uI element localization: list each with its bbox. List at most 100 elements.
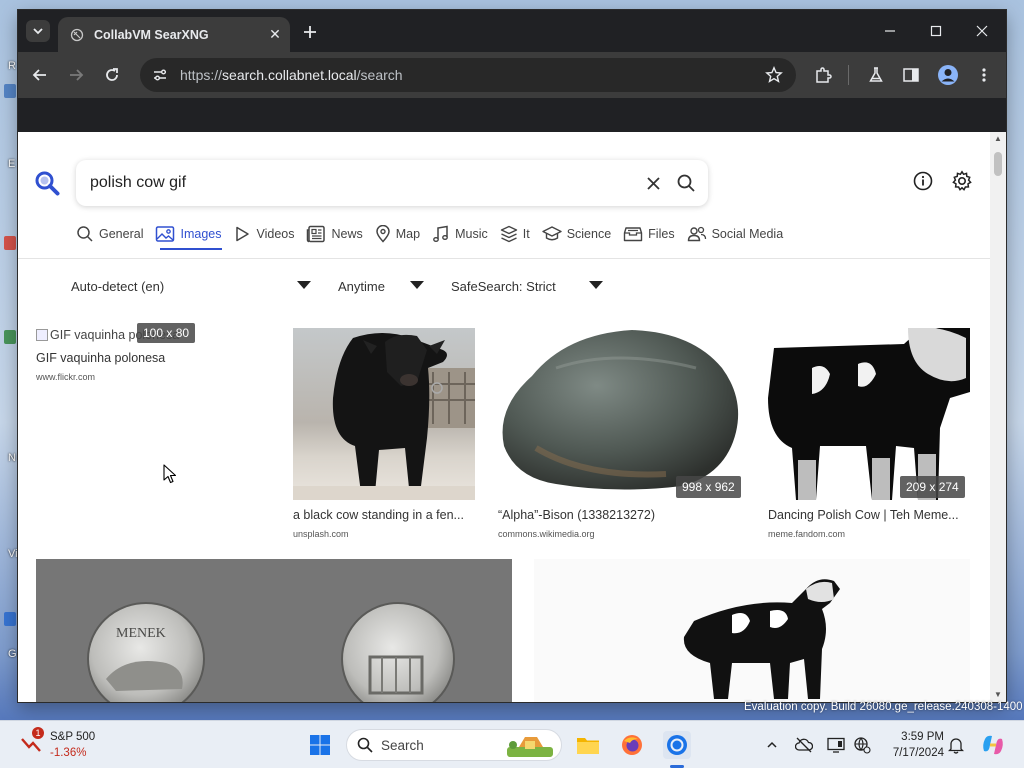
language-select-value: Auto-detect (en) (71, 278, 165, 294)
address-bar[interactable]: https://search.collabnet.local/search (140, 58, 796, 92)
show-hidden-icons-button[interactable] (762, 735, 782, 755)
tab-files[interactable]: Files (623, 222, 675, 246)
safesearch-select[interactable]: SafeSearch: Strict (451, 276, 556, 296)
tab-label: General (99, 227, 144, 241)
display-button[interactable] (826, 735, 846, 755)
search-submit-button[interactable] (674, 171, 698, 195)
clear-search-button[interactable] (642, 172, 664, 194)
page-scrollbar[interactable]: ▲ ▼ (990, 132, 1006, 702)
site-settings-icon[interactable] (150, 65, 170, 85)
toolbar-separator (848, 65, 849, 85)
mouse-cursor-icon (163, 464, 177, 484)
scroll-down-arrow-icon[interactable]: ▼ (994, 690, 1002, 699)
firefox-button[interactable] (618, 731, 646, 759)
language-dropdown-arrow-icon[interactable] (297, 281, 311, 289)
info-button[interactable] (912, 170, 934, 192)
onedrive-button[interactable] (794, 735, 814, 755)
tab-music[interactable]: Music (432, 222, 488, 246)
result-thumbnail[interactable] (768, 328, 970, 500)
result-title[interactable]: GIF vaquinha polonesa (36, 351, 236, 365)
close-tab-icon[interactable]: ✕ (264, 24, 286, 46)
image-result[interactable] (534, 559, 970, 702)
scrollbar-thumb[interactable] (994, 152, 1002, 176)
close-window-button[interactable] (962, 18, 1002, 44)
play-icon (236, 226, 250, 242)
result-title[interactable]: “Alpha”-Bison (1338213272) (498, 508, 744, 522)
search-input[interactable] (90, 172, 610, 194)
tab-map[interactable]: Map (375, 222, 420, 246)
system-clock[interactable]: 3:59 PM 7/17/2024 (880, 729, 944, 761)
stock-alert-badge: 1 (32, 727, 44, 739)
safesearch-dropdown-arrow-icon[interactable] (589, 281, 603, 289)
tab-science[interactable]: Science (541, 222, 612, 246)
result-title[interactable]: Dancing Polish Cow | Teh Meme... (768, 508, 970, 522)
searxng-page: General Images Videos News Map Music (18, 132, 1006, 702)
chrome-taskbar-button[interactable] (663, 731, 691, 759)
image-dimensions-badge: 209 x 274 (900, 476, 965, 498)
preferences-button[interactable] (950, 169, 974, 193)
desktop-icon-label: G (8, 648, 17, 660)
notifications-button[interactable] (946, 735, 966, 755)
desktop-icon-fragment[interactable] (4, 330, 16, 344)
desktop-icon-fragment[interactable] (4, 84, 16, 98)
profile-button[interactable] (935, 62, 961, 88)
image-result[interactable]: MENEK (36, 559, 512, 702)
scroll-up-arrow-icon[interactable]: ▲ (994, 134, 1002, 143)
maximize-button[interactable] (916, 18, 956, 44)
map-pin-icon (375, 225, 390, 243)
stock-widget[interactable]: 1 S&P 500 -1.36% (20, 727, 120, 761)
copilot-button[interactable] (980, 732, 1006, 758)
tab-search-button[interactable] (26, 20, 50, 42)
taskbar: 1 S&P 500 -1.36% Search 3:59 PM 7/17/202… (0, 720, 1024, 768)
file-explorer-button[interactable] (574, 731, 602, 759)
tab-images[interactable]: Images (155, 222, 221, 246)
new-tab-button[interactable] (298, 21, 322, 43)
clock-time: 3:59 PM (901, 731, 944, 743)
desktop-icon-fragment[interactable] (4, 612, 16, 626)
result-thumbnail[interactable]: MENEK (36, 559, 512, 702)
desktop-icon-fragment[interactable] (4, 236, 16, 250)
side-panel-button[interactable] (898, 62, 924, 88)
reload-button[interactable] (99, 62, 125, 88)
cloud-offline-icon (795, 737, 813, 753)
tab-it[interactable]: It (500, 222, 530, 246)
language-select[interactable]: Auto-detect (en) (71, 276, 164, 296)
file-tray-icon (623, 227, 643, 242)
alpha-bison-image (502, 330, 739, 490)
network-button[interactable] (852, 735, 872, 755)
tab-social-media[interactable]: Social Media (687, 222, 783, 246)
time-range-dropdown-arrow-icon[interactable] (410, 281, 424, 289)
labs-button[interactable] (863, 62, 889, 88)
tab-general[interactable]: General (76, 222, 143, 246)
minimize-button[interactable] (870, 18, 910, 44)
taskbar-search-box[interactable]: Search (346, 729, 562, 761)
extensions-button[interactable] (810, 62, 836, 88)
coin-legend-text: MENEK (116, 626, 166, 641)
back-button[interactable] (27, 62, 53, 88)
time-range-select[interactable]: Anytime (338, 276, 385, 296)
browser-menu-button[interactable] (971, 62, 997, 88)
profile-avatar-icon (938, 65, 958, 85)
bookmark-star-icon[interactable] (764, 65, 784, 85)
image-result[interactable]: GIF vaquinha polonesa 100 x 80 GIF vaqui… (36, 323, 256, 386)
forward-button[interactable] (63, 62, 89, 88)
search-highlight-illustration-icon (507, 737, 553, 757)
bookmarks-bar-area (18, 98, 1006, 132)
image-result[interactable]: 998 x 962 “Alpha”-Bison (1338213272) com… (496, 328, 746, 544)
image-result[interactable]: a black cow standing in a fen... unsplas… (293, 328, 475, 544)
result-title[interactable]: a black cow standing in a fen... (293, 508, 475, 522)
start-button[interactable] (306, 731, 334, 759)
result-host: unsplash.com (293, 529, 349, 539)
browser-tab-active[interactable]: CollabVM SearXNG ✕ (58, 17, 290, 52)
result-thumbnail[interactable] (496, 328, 746, 500)
searxng-logo-icon[interactable] (34, 170, 60, 196)
url-text[interactable]: https://search.collabnet.local/search (180, 67, 403, 83)
plus-icon (304, 26, 316, 38)
image-result[interactable]: 209 x 274 Dancing Polish Cow | Teh Meme.… (768, 328, 970, 544)
tab-news[interactable]: News (306, 222, 363, 246)
result-thumbnail[interactable] (293, 328, 475, 500)
result-thumbnail[interactable] (534, 559, 970, 702)
active-tab-underline (160, 248, 222, 250)
tab-label: Science (566, 227, 612, 241)
tab-videos[interactable]: Videos (233, 222, 294, 246)
